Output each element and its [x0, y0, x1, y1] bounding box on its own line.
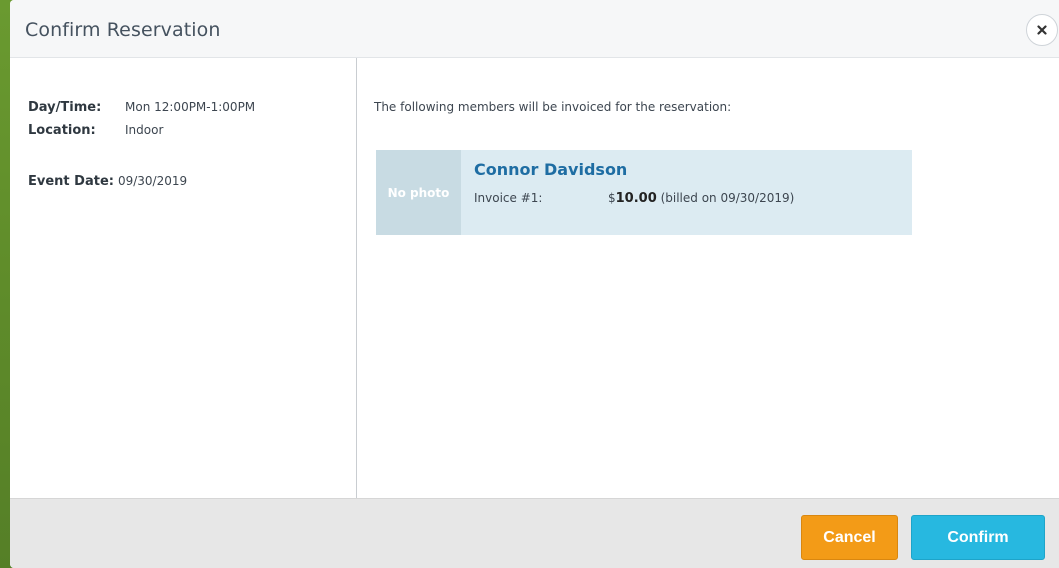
members-intro-text: The following members will be invoiced f… [374, 100, 732, 114]
member-name-link[interactable]: Connor Davidson [474, 160, 627, 179]
member-photo-placeholder: No photo [376, 150, 461, 235]
invoice-line: Invoice #1: $10.00 (billed on 09/30/2019… [474, 191, 794, 206]
members-pane: The following members will be invoiced f… [357, 58, 1059, 498]
modal-header: Confirm Reservation [10, 0, 1059, 58]
day-time-row: Day/Time: Mon 12:00PM-1:00PM [28, 100, 255, 115]
event-date-value: 09/30/2019 [117, 174, 188, 188]
invoice-label: Invoice #1: [474, 191, 543, 205]
close-icon [1037, 25, 1047, 35]
event-date-label: Event Date: [28, 174, 114, 189]
reservation-details-pane: Day/Time: Mon 12:00PM-1:00PM Location: Ind… [10, 58, 357, 498]
invoice-amount: $10.00 (billed on 09/30/2019) [608, 191, 794, 206]
day-time-label: Day/Time: [28, 100, 102, 115]
member-card: No photo Connor Davidson Invoice #1: $10… [376, 150, 912, 235]
location-row: Location: Indoor [28, 123, 163, 138]
cancel-button[interactable]: Cancel [801, 515, 898, 560]
modal-title: Confirm Reservation [25, 19, 221, 41]
day-time-value: Mon 12:00PM-1:00PM [125, 100, 256, 114]
confirm-button[interactable]: Confirm [911, 515, 1045, 560]
close-button[interactable] [1026, 14, 1058, 46]
location-label: Location: [28, 123, 96, 138]
confirm-reservation-modal: Confirm Reservation Day/Time: Mon 12:00PM… [10, 0, 1059, 568]
event-date-row: Event Date: 09/30/2019 [28, 174, 187, 189]
billed-note: (billed on 09/30/2019) [660, 191, 795, 205]
location-value: Indoor [125, 123, 164, 137]
modal-footer: Cancel Confirm [10, 498, 1059, 568]
no-photo-text: No photo [387, 185, 450, 200]
currency-symbol: $ [608, 191, 616, 205]
amount-value: 10.00 [615, 191, 657, 206]
